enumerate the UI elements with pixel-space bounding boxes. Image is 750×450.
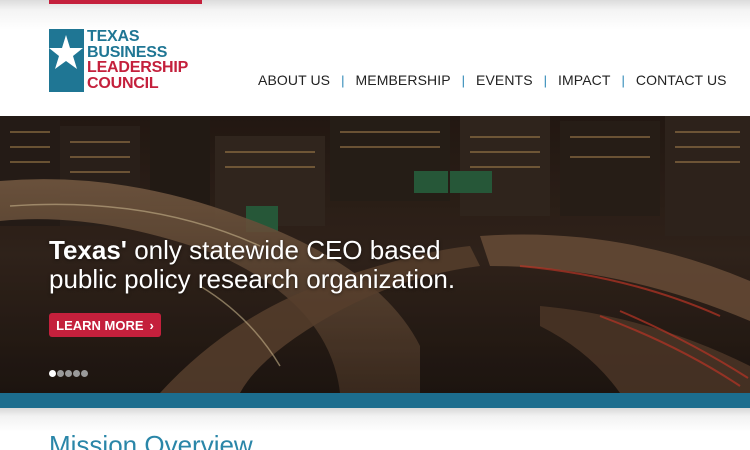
hero-headline-line2: public policy research organization. [49,264,456,294]
slider-dot-4[interactable] [73,370,80,377]
hero-headline-bold: Texas' [49,235,127,265]
logo[interactable]: TEXAS BUSINESS LEADERSHIP COUNCIL [49,29,209,93]
hero-headline-rest: only statewide CEO based [126,235,441,265]
hero-slider: Texas' only statewide CEO based public p… [0,116,750,393]
slider-dot-3[interactable] [65,370,72,377]
logo-line-texas: TEXAS [87,28,140,45]
nav-impact[interactable]: IMPACT [558,72,610,88]
hero-headline: Texas' only statewide CEO based public p… [49,236,455,294]
nav-separator: | [461,72,466,88]
nav-contact-us[interactable]: CONTACT US [636,72,727,88]
learn-more-label: LEARN MORE [56,317,144,333]
slider-dot-2[interactable] [57,370,64,377]
hero-headline-line1: Texas' only statewide CEO based [49,235,441,265]
chevron-right-icon: › [149,317,154,333]
slider-pagination [49,370,89,377]
logo-text: TEXAS BUSINESS LEADERSHIP COUNCIL [87,29,188,91]
nav-about-us[interactable]: ABOUT US [258,72,330,88]
nav-events[interactable]: EVENTS [476,72,533,88]
logo-line-council: COUNCIL [87,74,159,92]
nav-separator: | [621,72,625,88]
slider-dot-1[interactable] [49,370,56,377]
site-header: TEXAS BUSINESS LEADERSHIP COUNCIL ABOUT … [0,0,750,116]
logo-line-leadership: LEADERSHIP [87,59,189,76]
slider-dot-5[interactable] [81,370,88,377]
learn-more-button[interactable]: LEARN MORE › [49,313,161,337]
nav-separator: | [341,72,345,88]
logo-line-business: BUSINESS [87,43,168,61]
nav-membership[interactable]: MEMBERSHIP [356,72,451,88]
texas-star-icon [49,29,84,92]
main-nav: ABOUT US | MEMBERSHIP | EVENTS | IMPACT … [258,71,727,89]
top-accent-bar [49,0,202,4]
nav-separator: | [543,72,548,88]
mission-overview-heading: Mission Overview [49,430,253,450]
teal-divider-bar [0,393,750,408]
